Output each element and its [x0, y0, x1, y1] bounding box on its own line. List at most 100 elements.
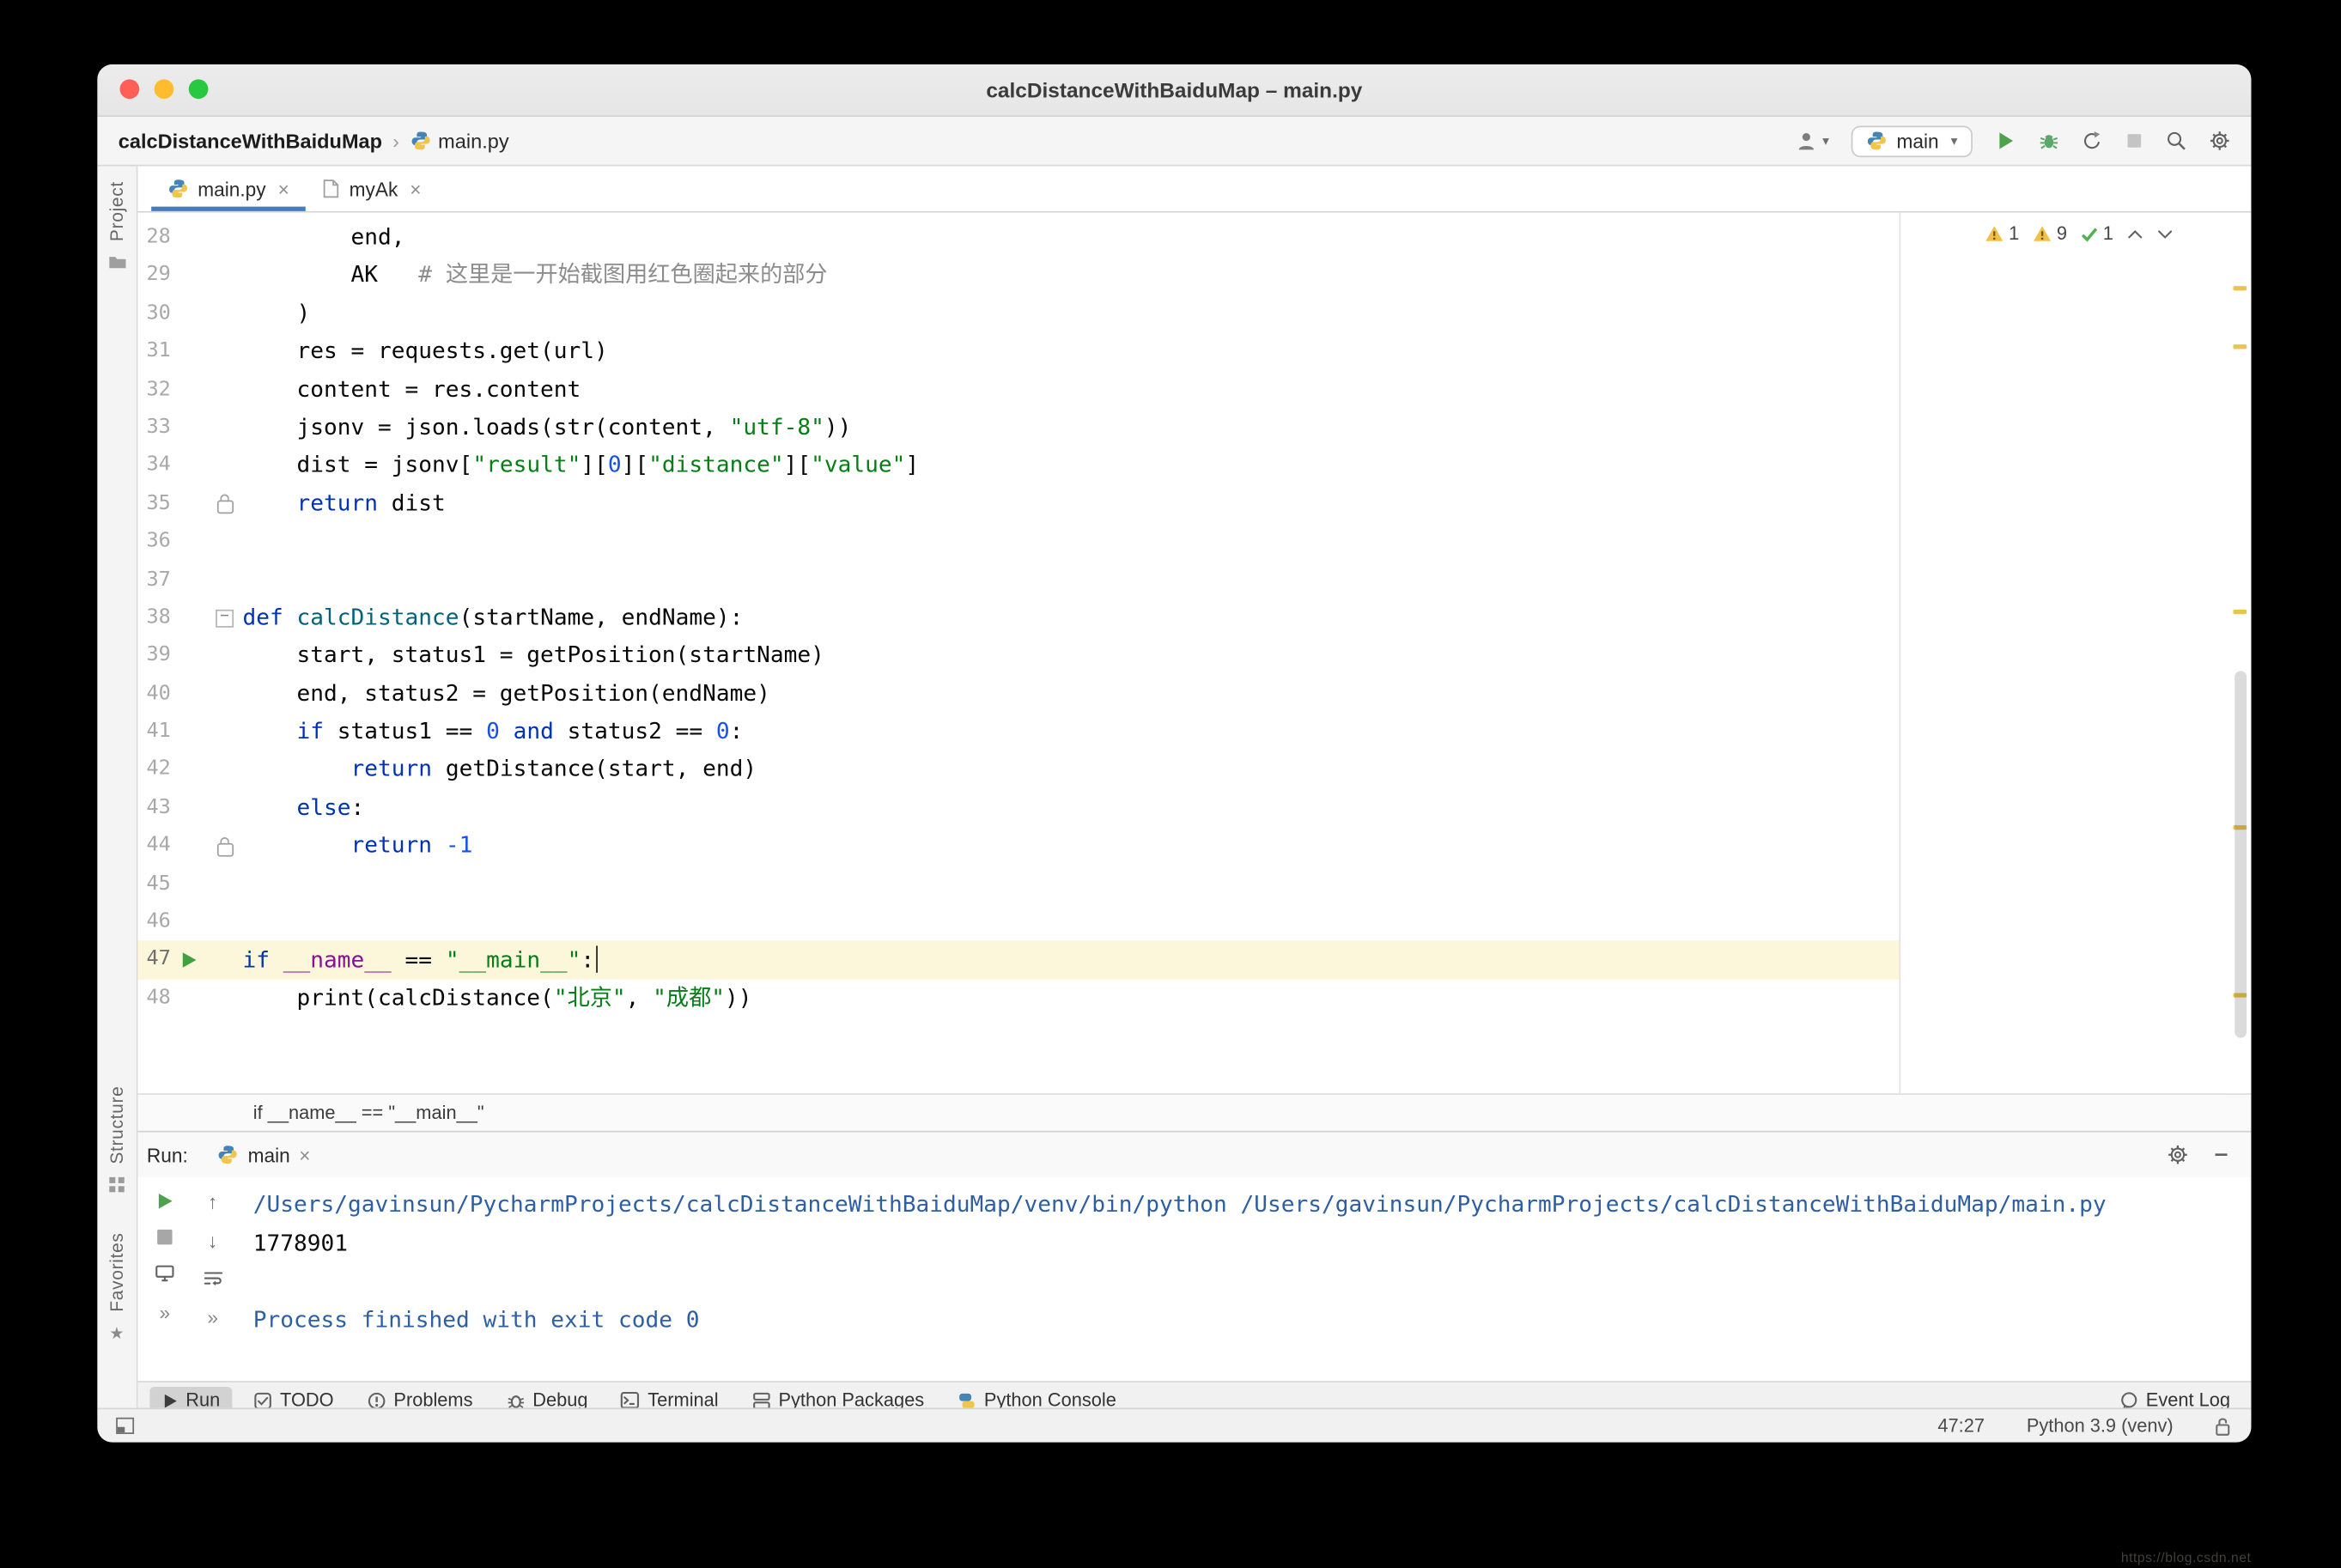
editor-lines: 28 end, 29 AK # 这里是一开始截图用红色圈起来的部分 30 ) 31 r… [137, 219, 2228, 1018]
file-icon [322, 179, 340, 199]
code-line[interactable]: 29 AK # 这里是一开始截图用红色圈起来的部分 [137, 257, 2227, 295]
python-logo-icon [1867, 131, 1888, 151]
tab-myak[interactable]: myAk × [306, 167, 438, 211]
code-line[interactable]: 44 return -1 [137, 827, 2227, 865]
python-interpreter[interactable]: Python 3.9 (venv) [2027, 1415, 2174, 1436]
line-number: 29 [146, 262, 171, 287]
run-configuration-selector[interactable]: main ▾ [1852, 125, 1973, 157]
error-stripe[interactable] [2229, 212, 2252, 1094]
breadcrumb-file[interactable]: main.py [438, 130, 508, 152]
fold-icon[interactable]: − [216, 608, 234, 628]
warning-count: 1 [2009, 222, 2020, 245]
context-bar[interactable]: if __name__ == "__main__" [137, 1093, 2252, 1131]
console-line: /Users/gavinsun/PycharmProjects/calcDist… [252, 1190, 2107, 1218]
previous-problem-icon[interactable] [2127, 228, 2143, 239]
next-problem-icon[interactable] [2157, 228, 2174, 239]
inspections-widget[interactable]: 1 9 1 [1985, 223, 2174, 244]
line-number: 48 [146, 985, 171, 1010]
more-actions-icon[interactable]: » [160, 1302, 171, 1324]
editor-tab-bar: main.py × myAk × [137, 166, 2252, 213]
code-line[interactable]: 43 else: [137, 789, 2227, 827]
project-folder-icon[interactable] [107, 253, 127, 270]
hide-tool-window-icon[interactable] [2212, 1146, 2230, 1164]
run-line-icon[interactable] [181, 952, 196, 968]
line-number: 46 [146, 909, 171, 933]
run-tab-main[interactable]: main × [206, 1139, 323, 1170]
stop-process-button[interactable] [157, 1229, 173, 1245]
user-account-icon[interactable]: ▾ [1796, 131, 1829, 151]
line-number: 47 [146, 947, 171, 971]
code-line[interactable]: 47 if __name__ == "__main__": [137, 941, 2228, 980]
tool-window-button-project[interactable]: Project [106, 181, 127, 241]
code-line[interactable]: 41 if status1 == 0 and status2 == 0: [137, 713, 2227, 751]
favorites-star-icon[interactable]: ★ [109, 1324, 124, 1343]
run-tool-window-header: Run: main × [137, 1130, 2252, 1177]
rerun-button[interactable] [155, 1192, 173, 1210]
tool-window-button-favorites[interactable]: Favorites [106, 1232, 127, 1311]
code-line[interactable]: 33 jsonv = json.loads(str(content, "utf-… [137, 409, 2227, 447]
debug-button[interactable] [2039, 131, 2059, 151]
caret-position[interactable]: 47:27 [1937, 1415, 1985, 1436]
show-console-icon[interactable] [155, 1264, 175, 1282]
structure-icon[interactable] [108, 1176, 126, 1194]
run-settings-gear-icon[interactable] [2168, 1144, 2188, 1164]
more-actions-icon[interactable]: » [207, 1306, 218, 1328]
stripe-warning-mark[interactable] [2233, 286, 2247, 291]
close-tab-icon[interactable]: × [278, 178, 289, 200]
run-console[interactable]: » ↑ ↓ » /Users/gavinsun/PycharmProjects/… [137, 1176, 2252, 1382]
code-line[interactable]: 36 [137, 523, 2227, 561]
code-line[interactable]: 48 print(calcDistance("北京", "成都")) [137, 979, 2227, 1017]
code-line[interactable]: 46 [137, 903, 2227, 941]
write-access-lock-icon[interactable] [2216, 1416, 2230, 1436]
scrollbar-thumb[interactable] [2235, 671, 2247, 1038]
close-tab-icon[interactable]: × [410, 178, 421, 200]
code-line[interactable]: 45 [137, 865, 2227, 903]
zoom-window-button[interactable] [188, 79, 209, 100]
minimize-window-button[interactable] [154, 79, 174, 100]
run-button[interactable] [1995, 131, 2016, 151]
code-line[interactable]: 42 return getDistance(start, end) [137, 751, 2227, 789]
stripe-warning-mark[interactable] [2233, 609, 2247, 615]
line-number: 39 [146, 642, 171, 667]
code-line[interactable]: 30 ) [137, 295, 2227, 332]
close-window-button[interactable] [119, 79, 140, 100]
breadcrumb-project[interactable]: calcDistanceWithBaiduMap [119, 130, 382, 152]
tool-window-button-structure[interactable]: Structure [106, 1085, 127, 1164]
tab-main-py[interactable]: main.py × [151, 167, 306, 211]
stripe-warning-mark[interactable] [2233, 344, 2247, 349]
code-line[interactable]: 31 res = requests.get(url) [137, 332, 2227, 370]
console-output[interactable]: /Users/gavinsun/PycharmProjects/calcDist… [253, 1186, 2236, 1339]
close-run-tab-icon[interactable]: × [299, 1144, 310, 1166]
code-text: end, status2 = getPosition(endName) [242, 679, 770, 707]
code-line[interactable]: 40 end, status2 = getPosition(endName) [137, 675, 2227, 713]
code-line[interactable]: 39 start, status1 = getPosition(startNam… [137, 637, 2227, 675]
line-number: 42 [146, 757, 171, 781]
line-number: 30 [146, 301, 171, 325]
run-with-coverage-button[interactable] [2082, 131, 2102, 151]
search-everywhere-button[interactable] [2166, 131, 2186, 151]
tab-label: main.py [198, 177, 266, 200]
code-line[interactable]: 35 return dist [137, 485, 2227, 523]
gutter-lock-icon [216, 836, 234, 857]
code-line[interactable]: 38 − def calcDistance(startName, endName): [137, 599, 2227, 636]
tab-label: myAk [349, 177, 398, 200]
warning-icon [2033, 225, 2052, 243]
line-number: 40 [146, 681, 171, 705]
line-number: 31 [146, 338, 171, 363]
code-line[interactable]: 37 [137, 561, 2227, 599]
code-text: def calcDistance(startName, endName): [242, 603, 744, 631]
code-line[interactable]: 32 content = res.content [137, 371, 2227, 409]
line-number: 38 [146, 605, 171, 629]
code-line[interactable]: 34 dist = jsonv["result"][0]["distance"]… [137, 447, 2227, 484]
stop-button[interactable] [2125, 131, 2143, 149]
tool-window-layout-icon[interactable] [115, 1417, 135, 1435]
code-line[interactable]: 28 end, [137, 219, 2227, 257]
code-editor[interactable]: 28 end, 29 AK # 这里是一开始截图用红色圈起来的部分 30 ) 31 r… [137, 212, 2252, 1094]
title-bar[interactable]: calcDistanceWithBaiduMap – main.py [97, 64, 2252, 118]
line-number: 41 [146, 719, 171, 744]
soft-wrap-icon[interactable] [203, 1270, 222, 1286]
down-stack-trace-icon[interactable]: ↓ [208, 1231, 217, 1251]
settings-button[interactable] [2210, 131, 2230, 151]
play-icon [161, 1392, 178, 1408]
up-stack-trace-icon[interactable]: ↑ [208, 1192, 217, 1212]
